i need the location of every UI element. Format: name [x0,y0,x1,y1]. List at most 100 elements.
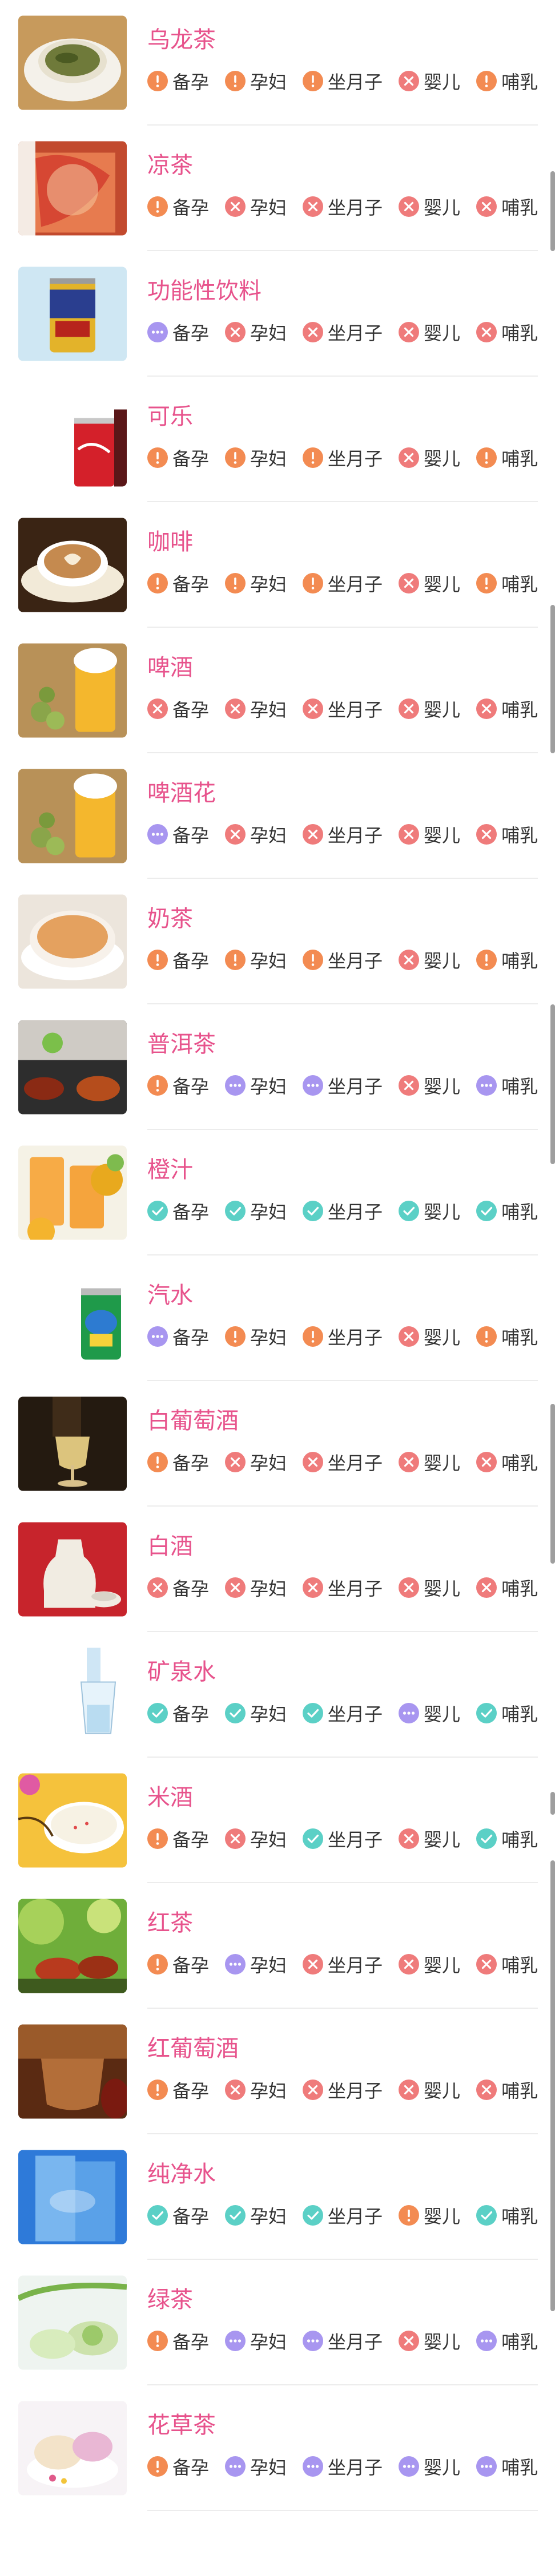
list-item[interactable]: 功能性饮料 备孕 孕妇 坐月子 婴儿 哺乳 [0,251,555,377]
suitability-tag: 婴儿 [399,1323,460,1350]
ellipsis-icon [225,1954,246,1975]
suitability-tag: 哺乳 [476,570,538,596]
scrollbar[interactable] [550,1792,555,1815]
tag-label: 孕妇 [250,1327,287,1348]
list-item[interactable]: 凉茶 备孕 孕妇 坐月子 婴儿 哺乳 [0,126,555,251]
list-item[interactable]: 米酒 备孕 孕妇 坐月子 婴儿 哺乳 [0,1758,555,1883]
exclamation-icon [476,1326,497,1347]
ellipsis-icon [303,2456,324,2477]
beverage-name: 橙汁 [147,1157,193,1183]
beverage-name: 红葡萄酒 [147,2036,239,2062]
suitability-tag: 备孕 [147,821,209,847]
oolong-tea-image [18,15,127,110]
flower-tea-image [18,2401,127,2496]
tag-label: 坐月子 [328,2206,383,2227]
suitability-tag: 备孕 [147,2077,209,2103]
suitability-tag: 孕妇 [225,1449,287,1475]
tag-label: 哺乳 [501,825,538,846]
list-item[interactable]: 啤酒花 备孕 孕妇 坐月子 婴儿 哺乳 [0,753,555,879]
suitability-tag: 哺乳 [476,2328,538,2354]
orange-juice-image [18,1145,127,1240]
suitability-tags: 备孕 孕妇 坐月子 婴儿 哺乳 [147,1826,538,1851]
suitability-tags: 备孕 孕妇 坐月子 婴儿 哺乳 [147,571,538,596]
list-item[interactable]: 白酒 备孕 孕妇 坐月子 婴儿 哺乳 [0,1507,555,1632]
tag-label: 孕妇 [250,950,287,972]
suitability-tag: 备孕 [147,696,209,722]
beverage-name: 白葡萄酒 [147,1408,239,1434]
suitability-tag: 备孕 [147,1951,209,1977]
check-icon [399,1201,420,1221]
tag-label: 备孕 [172,1076,210,1097]
scrollbar[interactable] [550,171,555,251]
white-wine-image [18,1396,127,1491]
tag-label: 备孕 [172,1955,210,1976]
suitability-tag: 婴儿 [399,1700,460,1726]
suitability-tags: 备孕 孕妇 坐月子 婴儿 哺乳 [147,2328,538,2353]
suitability-tag: 婴儿 [399,2077,460,2103]
tag-label: 孕妇 [250,197,287,219]
suitability-tag: 坐月子 [303,1574,383,1601]
ellipsis-icon [147,1326,168,1347]
suitability-tag: 哺乳 [476,1700,538,1726]
rice-wine-image [18,1773,127,1868]
beverage-name: 纯净水 [147,2161,216,2187]
list-item[interactable]: 啤酒 备孕 孕妇 坐月子 婴儿 哺乳 [0,628,555,753]
tag-label: 哺乳 [501,1955,538,1976]
exclamation-icon [303,950,324,970]
tag-label: 哺乳 [501,1076,538,1097]
list-item[interactable]: 红葡萄酒 备孕 孕妇 坐月子 婴儿 哺乳 [0,2009,555,2134]
suitability-tag: 备孕 [147,445,209,471]
cross-icon [399,1075,420,1096]
tag-label: 备孕 [172,448,210,470]
tag-label: 坐月子 [328,1327,383,1348]
list-item[interactable]: 花草茶 备孕 孕妇 坐月子 婴儿 哺乳 [0,2385,555,2511]
suitability-tag: 哺乳 [476,1826,538,1852]
list-item[interactable]: 绿茶 备孕 孕妇 坐月子 婴儿 哺乳 [0,2260,555,2385]
list-item[interactable]: 乌龙茶 备孕 孕妇 坐月子 婴儿 哺乳 [0,0,555,126]
suitability-tag: 婴儿 [399,570,460,596]
suitability-tag: 备孕 [147,2202,209,2228]
tag-label: 备孕 [172,825,210,846]
suitability-tag: 坐月子 [303,696,383,722]
list-item[interactable]: 咖啡 备孕 孕妇 坐月子 婴儿 哺乳 [0,502,555,628]
suitability-tag: 婴儿 [399,696,460,722]
suitability-tag: 备孕 [147,2328,209,2354]
suitability-tag: 婴儿 [399,1826,460,1852]
scrollbar[interactable] [550,1860,555,2311]
suitability-tag: 婴儿 [399,445,460,471]
list-item[interactable]: 红茶 备孕 孕妇 坐月子 婴儿 哺乳 [0,1883,555,2009]
suitability-tag: 孕妇 [225,1574,287,1601]
suitability-tag: 备孕 [147,1072,209,1099]
scrollbar[interactable] [550,1004,555,1164]
cross-icon [476,824,497,845]
tag-label: 婴儿 [424,574,461,595]
list-item[interactable]: 普洱茶 备孕 孕妇 坐月子 婴儿 哺乳 [0,1004,555,1130]
tag-label: 备孕 [172,950,210,972]
tag-label: 婴儿 [424,1829,461,1851]
list-item[interactable]: 纯净水备孕 孕妇 坐月子 婴儿 哺乳 [0,2134,555,2260]
liquor-image [18,1522,127,1617]
list-item[interactable]: 橙汁 备孕 孕妇 坐月子 婴儿 哺乳 [0,1130,555,1255]
list-item[interactable]: 矿泉水 备孕 孕妇 坐月子 婴儿 哺乳 [0,1632,555,1758]
suitability-tags: 备孕 孕妇 坐月子 婴儿 哺乳 [147,2203,538,2228]
beverage-name: 普洱茶 [147,1031,216,1057]
list-item[interactable]: 可乐 备孕 孕妇 坐月子 婴儿 哺乳 [0,377,555,502]
tag-label: 哺乳 [501,1578,538,1600]
cross-icon [303,2080,324,2100]
suitability-tag: 坐月子 [303,1323,383,1350]
list-item[interactable]: 奶茶 备孕 孕妇 坐月子 婴儿 哺乳 [0,879,555,1004]
suitability-tag: 哺乳 [476,2202,538,2228]
exclamation-icon [225,950,246,970]
tag-label: 哺乳 [501,197,538,219]
green-tea-image [18,2275,127,2370]
list-item[interactable]: 汽水 备孕 孕妇 坐月子 婴儿 哺乳 [0,1255,555,1381]
coffee-image [18,518,127,612]
scrollbar[interactable] [550,1404,555,1564]
suitability-tag: 坐月子 [303,1072,383,1099]
tag-label: 坐月子 [328,71,383,93]
suitability-tag: 婴儿 [399,2328,460,2354]
scrollbar[interactable] [550,605,555,753]
check-icon [303,1703,324,1723]
ellipsis-icon [147,824,168,845]
list-item[interactable]: 白葡萄酒 备孕 孕妇 坐月子 婴儿 哺乳 [0,1381,555,1507]
